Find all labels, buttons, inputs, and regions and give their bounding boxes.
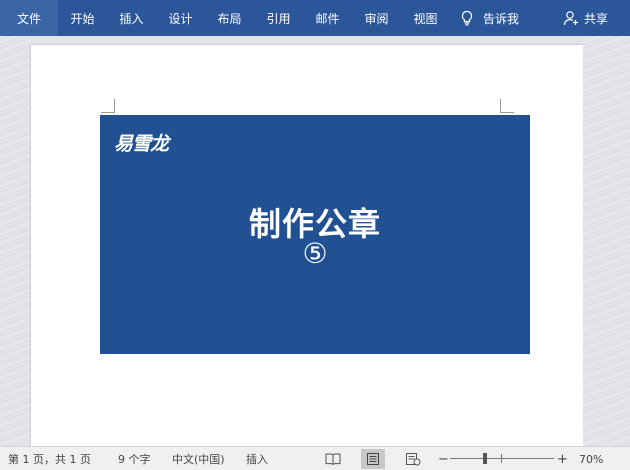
zoom-slider-center-mark	[501, 454, 502, 463]
word-count[interactable]: 9 个字	[118, 447, 151, 470]
episode-number: ⑤	[302, 237, 328, 270]
share-label: 共享	[583, 11, 608, 26]
margin-corner-top-right	[500, 99, 514, 113]
tab-design[interactable]: 设计	[156, 0, 205, 36]
title-banner-image[interactable]: 易雪龙 制作公章 ⑤	[100, 115, 530, 354]
language-indicator[interactable]: 中文(中国)	[172, 447, 225, 470]
tab-file[interactable]: 文件	[0, 0, 58, 36]
tell-me-label: 告诉我	[483, 11, 520, 26]
page-layout-icon	[367, 453, 379, 465]
book-icon	[325, 453, 341, 466]
read-mode-button[interactable]	[321, 449, 345, 469]
zoom-out-button[interactable]: −	[438, 447, 449, 470]
margin-corner-top-left	[101, 99, 115, 113]
page-count[interactable]: 第 1 页，共 1 页	[8, 447, 91, 470]
lightbulb-icon	[461, 10, 473, 26]
tab-references[interactable]: 引用	[254, 0, 303, 36]
insert-mode[interactable]: 插入	[246, 447, 268, 470]
ribbon-tab-bar: 文件 开始 插入 设计 布局 引用 邮件 审阅 视图 告诉我 共享	[0, 0, 630, 36]
tab-view[interactable]: 视图	[401, 0, 450, 36]
tab-insert[interactable]: 插入	[107, 0, 156, 36]
web-layout-button[interactable]	[401, 449, 425, 469]
zoom-level[interactable]: 70%	[579, 447, 603, 470]
zoom-slider-thumb[interactable]	[483, 453, 487, 464]
user-add-icon	[563, 11, 578, 26]
tab-home[interactable]: 开始	[58, 0, 107, 36]
zoom-slider-track[interactable]	[450, 458, 554, 459]
document-area: 易雪龙 制作公章 ⑤	[0, 36, 630, 446]
status-bar: 第 1 页，共 1 页 9 个字 中文(中国) 插入 − + 70%	[0, 446, 630, 470]
tell-me-box[interactable]: 告诉我	[460, 0, 519, 36]
brand-logo: 易雪龙	[114, 133, 169, 155]
print-layout-button[interactable]	[361, 449, 385, 469]
share-button[interactable]: 共享	[563, 0, 608, 36]
document-page[interactable]: 易雪龙 制作公章 ⑤	[31, 45, 583, 446]
tab-layout[interactable]: 布局	[205, 0, 254, 36]
tab-review[interactable]: 审阅	[352, 0, 401, 36]
zoom-in-button[interactable]: +	[557, 447, 568, 470]
tab-mailings[interactable]: 邮件	[303, 0, 352, 36]
web-layout-icon	[406, 453, 421, 466]
